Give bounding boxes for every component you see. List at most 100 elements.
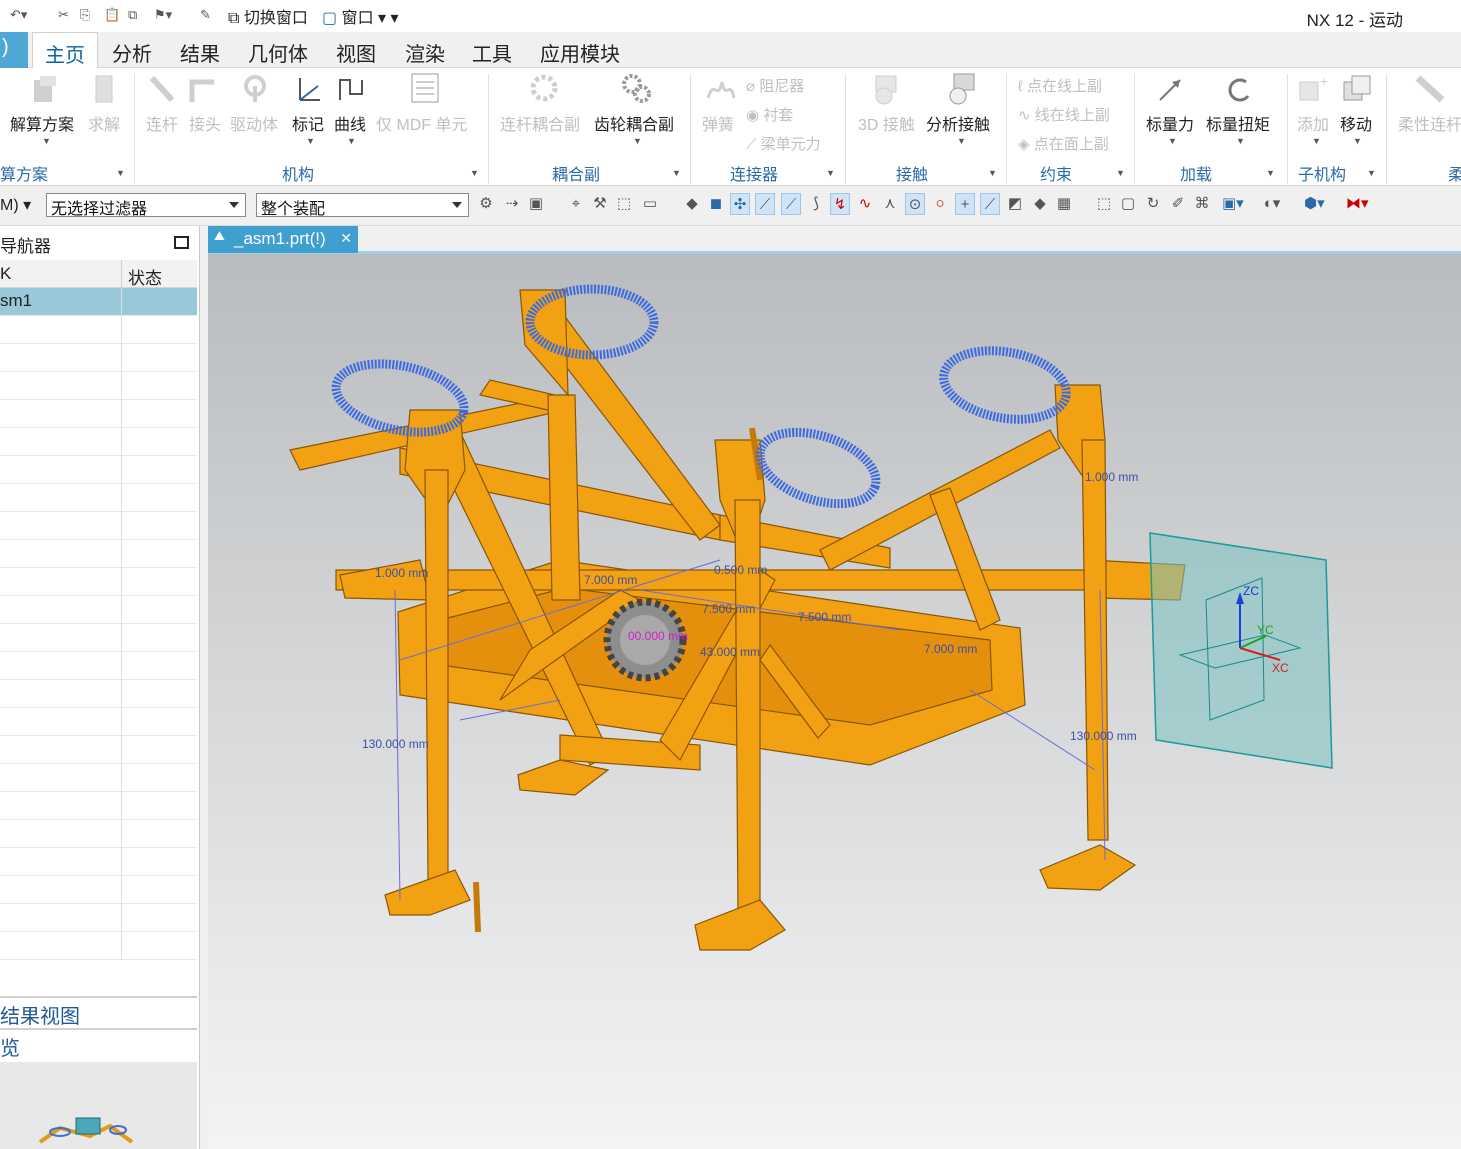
close-icon[interactable]: ✕ xyxy=(340,230,352,247)
undo-icon[interactable]: ↶▾ xyxy=(10,7,27,23)
flex-link-button[interactable]: 柔性连杆 xyxy=(1398,111,1461,135)
file-menu-button[interactable]: ) xyxy=(0,32,28,68)
section-view-icon[interactable]: ⧓▾ xyxy=(1346,193,1369,215)
tab-applications[interactable]: 应用模块 xyxy=(540,38,620,67)
mdf-only-button[interactable]: 仅 MDF 单元 xyxy=(376,111,468,135)
navigator-row[interactable] xyxy=(0,736,197,764)
add-dropdown-icon[interactable]: ▼ xyxy=(1312,136,1321,146)
arc-center-icon[interactable]: ⋏ xyxy=(880,193,900,215)
navigator-row[interactable] xyxy=(0,680,197,708)
scalar-torque-dropdown-icon[interactable]: ▼ xyxy=(1236,136,1245,146)
navigator-row[interactable] xyxy=(0,624,197,652)
navigator-row[interactable] xyxy=(0,792,197,820)
damper-button[interactable]: ⌀ 阻尼器 xyxy=(746,75,804,96)
navigator-row[interactable] xyxy=(0,876,197,904)
navigator-row[interactable] xyxy=(0,652,197,680)
snap-settings-icon[interactable]: ⚒ xyxy=(590,193,610,215)
add-submechanism-button[interactable]: 添加 xyxy=(1297,111,1329,135)
selection-filter-dropdown[interactable]: 无选择过滤器 xyxy=(46,193,246,218)
beam-force-button[interactable]: ⟋ 梁单元力 xyxy=(746,133,821,154)
contact-group-dropdown-icon[interactable]: ▼ xyxy=(988,168,997,178)
mechanism-group-dropdown-icon[interactable]: ▼ xyxy=(470,168,479,178)
tab-analysis[interactable]: 分析 xyxy=(112,38,152,67)
point-on-curve-button[interactable]: ℓ 点在线上副 xyxy=(1018,75,1102,96)
solve-solution-button[interactable]: 解算方案 xyxy=(10,111,74,135)
navigator-row[interactable] xyxy=(0,428,197,456)
navigator-row[interactable] xyxy=(0,484,197,512)
3d-contact-button[interactable]: 3D 接触 xyxy=(858,111,915,135)
face-snap-icon[interactable]: ◩ xyxy=(1005,193,1025,215)
paste-special-icon[interactable]: ⧉ xyxy=(128,7,137,23)
navigator-row[interactable] xyxy=(0,932,197,960)
joint-button[interactable]: 接头 xyxy=(189,111,221,135)
selection-scope-dropdown[interactable]: 整个装配 xyxy=(256,193,469,218)
navigator-row[interactable] xyxy=(0,764,197,792)
marker-dropdown-icon[interactable]: ▼ xyxy=(306,136,315,146)
gear-coupler-button[interactable]: 齿轮耦合副 xyxy=(594,111,674,135)
navigator-row[interactable] xyxy=(0,540,197,568)
quadrant-point-icon[interactable]: ○ xyxy=(930,193,950,215)
coupler-group-dropdown-icon[interactable]: ▼ xyxy=(672,168,681,178)
point-on-surface-button[interactable]: ◈ 点在面上副 xyxy=(1018,133,1109,154)
tab-view[interactable]: 视图 xyxy=(336,38,376,67)
bushing-button[interactable]: ◉ 衬套 xyxy=(746,104,793,125)
tab-home[interactable]: 主页 xyxy=(32,32,98,69)
constraint-group-dropdown-icon[interactable]: ▼ xyxy=(1116,168,1125,178)
select-all-icon[interactable]: ▣ xyxy=(526,193,546,215)
solve-solution-dropdown-icon[interactable]: ▼ xyxy=(42,136,51,146)
tab-results[interactable]: 结果 xyxy=(180,38,220,67)
link-coupler-button[interactable]: 连杆耦合副 xyxy=(500,111,580,135)
solution-group-dropdown-icon[interactable]: ▼ xyxy=(116,168,125,178)
navigator-row[interactable] xyxy=(0,344,197,372)
analysis-contact-button[interactable]: 分析接触 xyxy=(926,111,990,135)
move-submechanism-button[interactable]: 移动 xyxy=(1340,111,1372,135)
navigator-row[interactable] xyxy=(0,820,197,848)
window-menu-button[interactable]: ▢ 窗口 ▾ ▾ xyxy=(322,4,399,28)
navigator-row[interactable] xyxy=(0,596,197,624)
preview-section[interactable]: 览 xyxy=(0,1028,197,1061)
analysis-contact-dropdown-icon[interactable]: ▼ xyxy=(957,136,966,146)
rotate-icon[interactable]: ↻ xyxy=(1143,193,1163,215)
tab-asm1[interactable]: ⛰ _asm1.prt(!) ✕ xyxy=(208,226,358,253)
load-group-dropdown-icon[interactable]: ▼ xyxy=(1266,168,1275,178)
end-point-icon[interactable]: ⟋ xyxy=(755,193,775,215)
render-style-icon[interactable]: ▣▾ xyxy=(1222,193,1244,215)
pan-icon[interactable]: ✐ xyxy=(1168,193,1188,215)
scalar-torque-button[interactable]: 标量扭矩 xyxy=(1206,111,1270,135)
solve-button[interactable]: 求解 xyxy=(88,111,120,135)
body-select-icon[interactable]: ◆ xyxy=(682,193,702,215)
circle-center-icon[interactable]: ⊙ xyxy=(905,193,925,215)
zoom-icon[interactable]: ▢ xyxy=(1118,193,1138,215)
point-on-face-icon[interactable]: ⟋ xyxy=(980,193,1000,215)
mid-point-icon[interactable]: ⟋ xyxy=(781,193,801,215)
column-name-header[interactable]: K xyxy=(0,264,11,284)
touch-mode-icon[interactable]: ✎ xyxy=(200,7,211,23)
solid-select-icon[interactable]: ◼ xyxy=(706,193,726,215)
copy-icon[interactable]: ⎘ xyxy=(80,7,90,23)
maximize-icon[interactable] xyxy=(174,236,189,249)
fit-view-icon[interactable]: ⬚ xyxy=(1094,193,1114,215)
curve-on-curve-button[interactable]: ∿ 线在线上副 xyxy=(1018,104,1110,125)
column-status-header[interactable]: 状态 xyxy=(128,264,162,289)
results-view-section[interactable]: 结果视图 xyxy=(0,996,197,1029)
gear-coupler-dropdown-icon[interactable]: ▼ xyxy=(633,136,642,146)
background-icon[interactable]: ⬢▾ xyxy=(1304,193,1325,215)
navigator-row[interactable] xyxy=(0,512,197,540)
move-dropdown-icon[interactable]: ▼ xyxy=(1353,136,1362,146)
paste-icon[interactable]: 📋 xyxy=(104,7,120,23)
point-on-curve-snap-icon[interactable]: + xyxy=(955,193,975,215)
deselect-icon[interactable]: ⇢ xyxy=(502,193,522,215)
navigator-row[interactable] xyxy=(0,316,197,344)
assembly-icon[interactable]: ⚑▾ xyxy=(154,7,172,23)
control-point-icon[interactable]: ⟆ xyxy=(806,193,826,215)
orient-view-icon[interactable]: ⌘ xyxy=(1192,193,1212,215)
navigator-row[interactable] xyxy=(0,708,197,736)
shading-icon[interactable]: ◐▾ xyxy=(1262,193,1282,215)
spring-button[interactable]: 弹簧 xyxy=(702,111,734,135)
existing-point-icon[interactable]: ✣ xyxy=(730,193,750,215)
navigator-row[interactable] xyxy=(0,372,197,400)
graphics-viewport[interactable]: 1.000 mm 7.000 mm 0.500 mm 7.500 mm 7.50… xyxy=(208,254,1461,1149)
connector-group-dropdown-icon[interactable]: ▼ xyxy=(826,168,835,178)
grid-snap-icon[interactable]: ▦ xyxy=(1054,193,1074,215)
snap-point-icon[interactable]: ⌖ xyxy=(566,193,586,215)
